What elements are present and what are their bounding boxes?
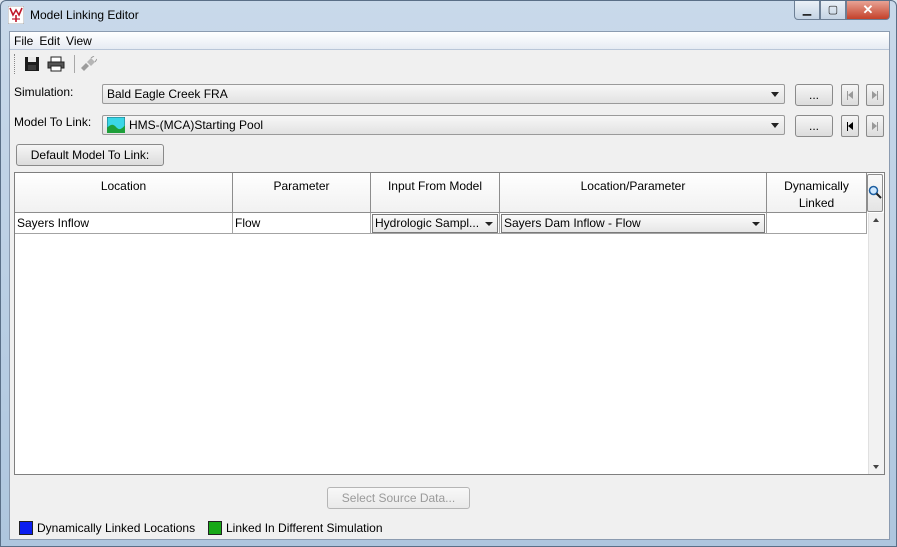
legend-swatch-blue	[19, 521, 33, 535]
save-button[interactable]	[22, 54, 42, 74]
last-icon	[872, 90, 878, 100]
app-icon	[8, 6, 24, 24]
plugin-icon	[81, 56, 97, 71]
legend-linked-different-simulation: Linked In Different Simulation	[208, 521, 383, 535]
input-from-model-select[interactable]: Hydrologic Sampl...	[372, 213, 498, 233]
simulation-browse-label: ...	[808, 88, 819, 102]
print-icon	[47, 56, 65, 72]
chevron-down-icon	[752, 221, 760, 226]
model-to-link-select[interactable]: HMS-(MCA)Starting Pool	[102, 115, 785, 135]
simulation-browse-button[interactable]: ...	[795, 84, 833, 106]
chevron-down-icon	[485, 221, 493, 226]
column-header-dynamically-linked[interactable]: Dynamically Linked	[767, 173, 867, 213]
model-linking-editor-window: Model Linking Editor ▁ ▢ ✕ File Edit Vie…	[0, 0, 897, 547]
input-from-model-value: Hydrologic Sampl...	[375, 216, 480, 230]
toolbar	[10, 51, 889, 77]
model-icon	[107, 117, 125, 133]
menu-bar: File Edit View	[10, 32, 889, 50]
menu-edit[interactable]: Edit	[38, 34, 65, 48]
plugin-button[interactable]	[78, 54, 98, 74]
client-area: File Edit View Simulation: Bald Eagle Cr…	[9, 31, 890, 540]
scroll-down-icon[interactable]	[873, 465, 879, 469]
cell-dynamically-linked[interactable]	[767, 213, 867, 234]
simulation-select[interactable]: Bald Eagle Creek FRA	[102, 84, 785, 104]
cell-input-from-model[interactable]: Hydrologic Sampl...	[371, 213, 500, 234]
linking-table: Location Parameter Input From Model Loca…	[14, 172, 885, 475]
menu-view[interactable]: View	[65, 34, 97, 48]
last-icon	[872, 121, 878, 131]
default-model-label: Default Model To Link:	[30, 148, 150, 162]
window-controls: ▁ ▢ ✕	[794, 1, 890, 20]
location-parameter-value: Sayers Dam Inflow - Flow	[504, 216, 641, 230]
table-row[interactable]: Sayers Inflow Flow Hydrologic Sampl... S…	[15, 213, 867, 234]
table-vertical-scrollbar[interactable]	[868, 213, 884, 474]
model-browse-button[interactable]: ...	[795, 115, 833, 137]
toolbar-grip[interactable]	[14, 54, 16, 74]
column-header-parameter[interactable]: Parameter	[233, 173, 371, 213]
simulation-value: Bald Eagle Creek FRA	[107, 87, 228, 101]
close-icon: ✕	[862, 2, 874, 17]
default-model-button[interactable]: Default Model To Link:	[16, 144, 164, 166]
simulation-label: Simulation:	[14, 85, 74, 99]
column-header-location[interactable]: Location	[15, 173, 233, 213]
legend-swatch-green	[208, 521, 222, 535]
table-search-button[interactable]	[867, 174, 883, 212]
location-parameter-select[interactable]: Sayers Dam Inflow - Flow	[501, 213, 765, 233]
select-source-data-label: Select Source Data...	[341, 491, 456, 505]
legend-label-linked-different-simulation: Linked In Different Simulation	[226, 521, 383, 535]
title-bar[interactable]: Model Linking Editor ▁ ▢ ✕	[1, 1, 896, 29]
first-icon	[847, 90, 853, 100]
model-to-link-label: Model To Link:	[14, 115, 92, 129]
table-header: Location Parameter Input From Model Loca…	[15, 173, 867, 213]
scroll-up-icon[interactable]	[873, 218, 879, 222]
print-button[interactable]	[46, 54, 66, 74]
simulation-prev-button[interactable]	[841, 84, 859, 106]
chevron-down-icon	[771, 123, 779, 128]
window-title: Model Linking Editor	[30, 8, 139, 22]
cell-location-parameter[interactable]: Sayers Dam Inflow - Flow	[500, 213, 767, 234]
close-button[interactable]: ✕	[846, 1, 890, 20]
column-header-input-from-model[interactable]: Input From Model	[371, 173, 500, 213]
select-source-data-button[interactable]: Select Source Data...	[327, 487, 470, 509]
simulation-next-button[interactable]	[866, 84, 884, 106]
search-icon	[868, 185, 882, 199]
legend-label-dynamically-linked: Dynamically Linked Locations	[37, 521, 196, 535]
model-browse-label: ...	[808, 119, 819, 133]
model-to-link-value: HMS-(MCA)Starting Pool	[129, 118, 264, 132]
model-prev-button[interactable]	[841, 115, 859, 137]
menu-file[interactable]: File	[13, 34, 38, 48]
model-next-button[interactable]	[866, 115, 884, 137]
chevron-down-icon	[771, 92, 779, 97]
toolbar-separator	[74, 55, 75, 73]
maximize-button[interactable]: ▢	[820, 1, 846, 20]
legend-dynamically-linked: Dynamically Linked Locations	[19, 521, 195, 535]
first-icon	[847, 121, 853, 131]
column-header-location-parameter[interactable]: Location/Parameter	[500, 173, 767, 213]
save-icon	[25, 57, 39, 71]
maximize-icon: ▢	[827, 3, 839, 16]
cell-location[interactable]: Sayers Inflow	[15, 213, 233, 234]
minimize-icon: ▁	[802, 3, 812, 16]
cell-parameter[interactable]: Flow	[233, 213, 371, 234]
minimize-button[interactable]: ▁	[794, 1, 820, 20]
